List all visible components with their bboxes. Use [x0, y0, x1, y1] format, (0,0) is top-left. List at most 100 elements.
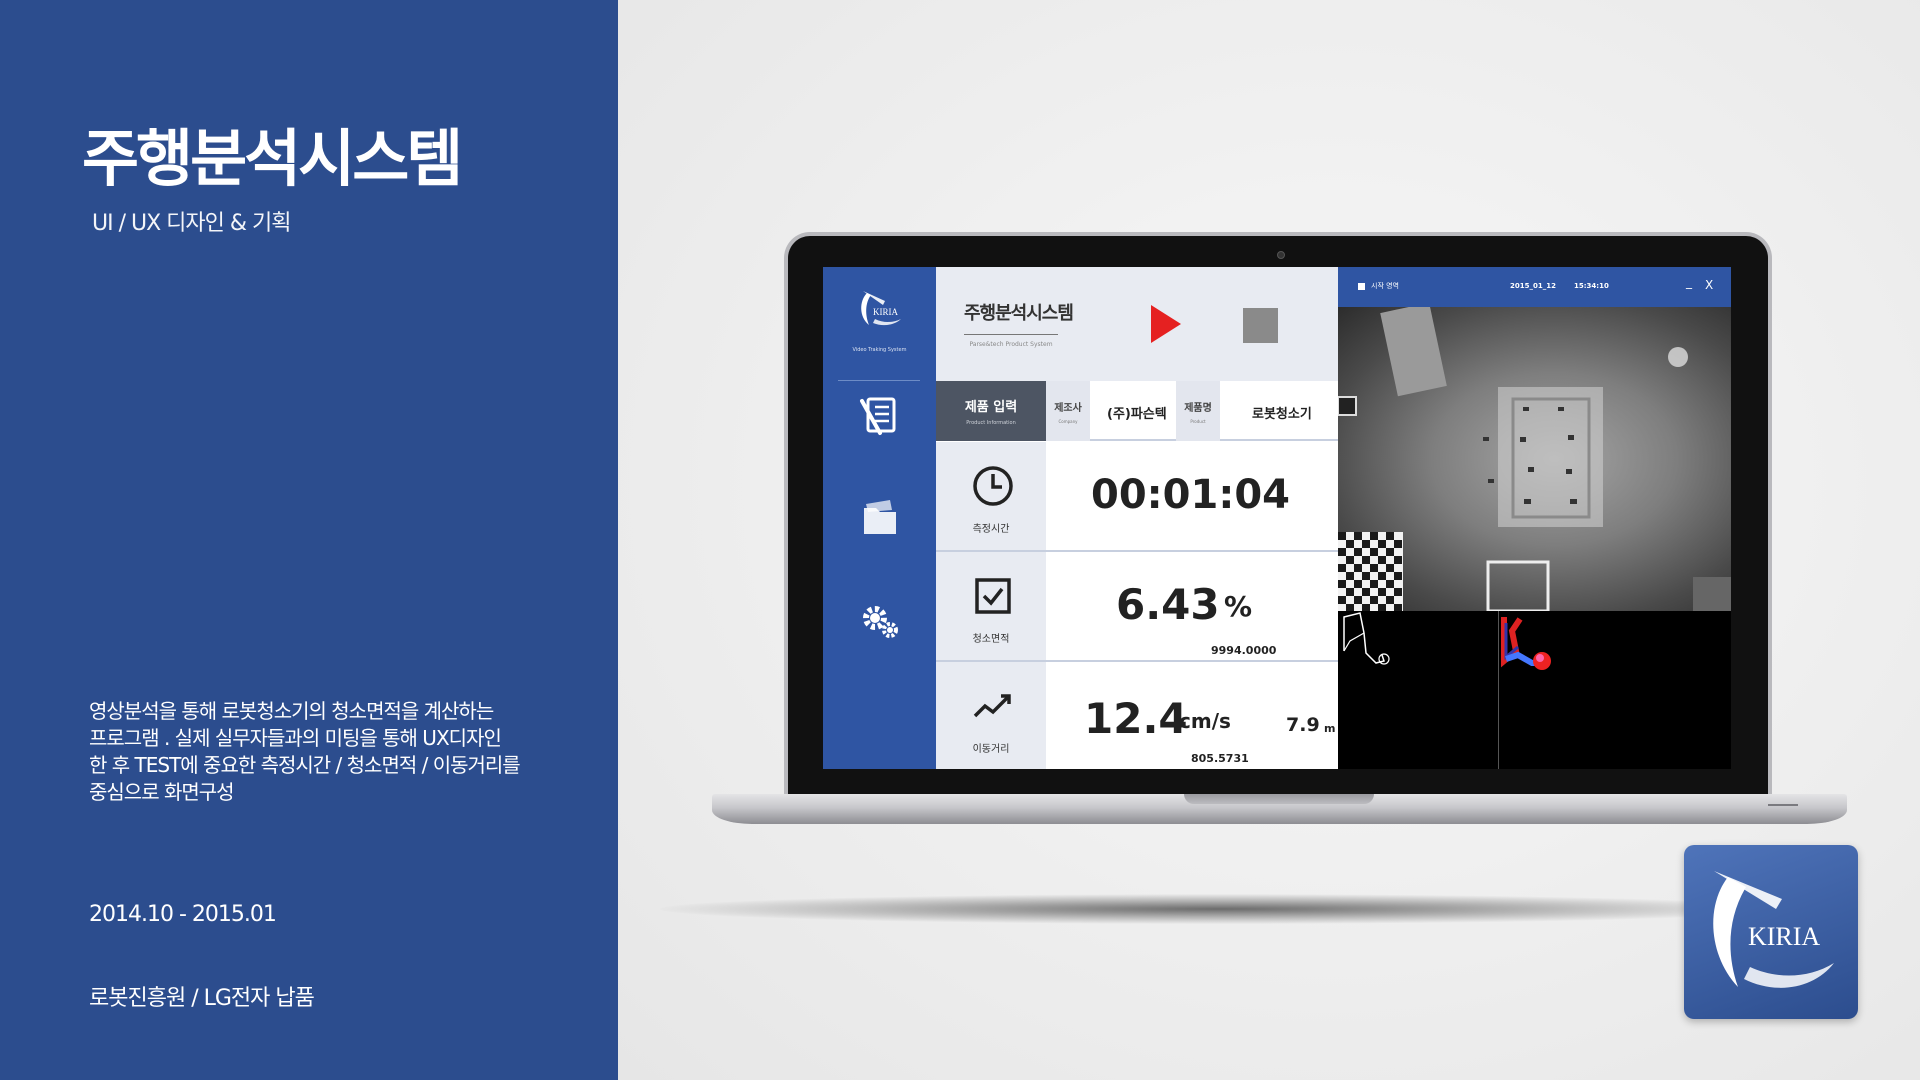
video-time: 15:34:10 — [1574, 282, 1609, 290]
checker-square — [1394, 604, 1402, 611]
kiria-badge: KIRIA — [1684, 845, 1858, 1019]
distance-value: 7.9 — [1286, 714, 1320, 736]
metric-area: 청소면적 6.43 % 9994.0000 — [936, 552, 1338, 662]
checker-square — [1378, 588, 1386, 596]
laptop-shadow — [660, 894, 1780, 924]
checker-square — [1370, 564, 1378, 572]
description-line: 중심으로 화면구성 — [89, 780, 235, 804]
clock-icon — [973, 466, 1013, 506]
checker-square — [1378, 572, 1386, 580]
checker-square — [1362, 572, 1370, 580]
metric-time: 측정시간 00:01:04 — [936, 442, 1338, 552]
video-topbar: 시작 영역 2015_01_12 15:34:10 _ X — [1338, 267, 1731, 307]
app-title-sub: Parse&tech Product System — [969, 341, 1053, 348]
project-title: 주행분석시스템 — [82, 122, 463, 195]
company-label: 제조사 Company — [1046, 381, 1090, 441]
kiria-logo-icon: KIRIA — [1713, 871, 1834, 988]
stop-button[interactable] — [1243, 308, 1278, 343]
metric-time-label-cell: 측정시간 — [936, 442, 1046, 550]
checker-square — [1386, 596, 1394, 604]
tracking-panels — [1338, 611, 1731, 769]
checker-square — [1370, 580, 1378, 588]
minimize-button[interactable]: _ — [1686, 275, 1692, 289]
checker-square — [1346, 540, 1354, 548]
close-button[interactable]: X — [1705, 278, 1713, 292]
app-sidebar: KIRIA Video Traking System — [823, 267, 936, 769]
checker-square — [1370, 548, 1378, 556]
title-underline — [964, 334, 1058, 335]
product-name-label-sub: Product — [1190, 419, 1206, 424]
checker-square — [1362, 588, 1370, 596]
app-main-panel: 주행분석시스템 Parse&tech Product System 제품 입력 … — [936, 267, 1338, 769]
app-title: 주행분석시스템 — [964, 303, 1074, 324]
distance-sub-value: 805.5731 — [1191, 752, 1249, 765]
company-value[interactable]: (주)파슨텍 — [1107, 403, 1167, 422]
checker-square — [1378, 604, 1386, 611]
video-date: 2015_01_12 — [1510, 282, 1556, 290]
company-label-text: 제조사 — [1054, 403, 1082, 414]
product-name-label: 제품명 Product — [1176, 381, 1220, 441]
product-info-row: 제품 입력 Product Information 제조사 Company (주… — [936, 381, 1338, 441]
checkbox-icon — [975, 578, 1011, 614]
project-client: 로봇진흥원 / LG전자 납품 — [89, 986, 315, 1011]
area-label: 청소면적 — [972, 634, 1010, 645]
path-tracking-view — [1343, 612, 1390, 665]
metric-area-label-cell: 청소면적 — [936, 552, 1046, 660]
checker-square — [1338, 548, 1346, 556]
product-name-label-text: 제품명 — [1184, 403, 1212, 414]
area-sub-value: 9994.0000 — [1211, 644, 1277, 657]
speed-value: 12.4 — [1084, 694, 1188, 743]
metric-distance-label-cell: 이동거리 — [936, 662, 1046, 769]
checker-square — [1370, 532, 1378, 540]
checker-square — [1346, 572, 1354, 580]
checker-square — [1354, 532, 1362, 540]
project-subtitle: UI / UX 디자인 & 기획 — [92, 211, 291, 236]
checker-square — [1386, 532, 1394, 540]
project-info-panel: 주행분석시스템 UI / UX 디자인 & 기획 영상분석을 통해 로봇청소기의… — [0, 0, 618, 1080]
play-button[interactable] — [1151, 305, 1181, 343]
folder-icon[interactable] — [856, 494, 904, 542]
checker-square — [1386, 564, 1394, 572]
kiria-logo-icon: KIRIA — [861, 291, 901, 326]
area-checkbox[interactable] — [1358, 283, 1365, 290]
area-value: 6.43 — [1116, 580, 1220, 629]
app-screen: KIRIA Video Traking System 주행분석시스템 Parse… — [823, 267, 1731, 769]
coverage-heatmap-view — [1501, 617, 1551, 670]
camera-feed — [1338, 307, 1731, 611]
checker-square — [1354, 564, 1362, 572]
time-label: 측정시간 — [972, 524, 1010, 535]
product-input-sub: Product Information — [966, 420, 1016, 426]
camera-feed-scene — [1338, 307, 1731, 611]
speed-unit: cm/s — [1179, 709, 1231, 733]
start-area-label: 시작 영역 — [1371, 282, 1399, 290]
product-input-title: 제품 입력 — [964, 400, 1018, 415]
logo-subtitle: Video Traking System — [852, 347, 907, 353]
description-line: 영상분석을 통해 로봇청소기의 청소면적을 계산하는 — [89, 699, 494, 723]
checker-square — [1346, 556, 1354, 564]
sidebar-divider — [838, 380, 920, 381]
checkerboard — [1338, 532, 1403, 611]
app-header: 주행분석시스템 Parse&tech Product System — [936, 267, 1338, 381]
checker-square — [1362, 540, 1370, 548]
logo-text: KIRIA — [873, 307, 898, 317]
checker-square — [1362, 556, 1370, 564]
checker-square — [1394, 556, 1402, 564]
camera-icon — [1277, 251, 1285, 259]
checker-square — [1394, 588, 1402, 596]
checker-square — [1338, 580, 1346, 588]
checker-square — [1354, 596, 1362, 604]
checker-square — [1378, 556, 1386, 564]
tools-icon[interactable] — [856, 391, 904, 439]
project-description: 영상분석을 통해 로봇청소기의 청소면적을 계산하는 프로그램 . 실제 실무자… — [89, 698, 559, 806]
checker-square — [1346, 588, 1354, 596]
checker-square — [1386, 580, 1394, 588]
settings-gear-icon[interactable] — [856, 598, 904, 646]
checker-square — [1338, 564, 1346, 572]
checker-square — [1354, 580, 1362, 588]
badge-text: KIRIA — [1748, 922, 1820, 951]
checker-square — [1346, 604, 1354, 611]
product-name-value[interactable]: 로봇청소기 — [1252, 403, 1312, 422]
company-label-sub: Company — [1058, 419, 1078, 424]
trend-up-icon — [973, 694, 1011, 718]
area-unit: % — [1224, 590, 1253, 623]
